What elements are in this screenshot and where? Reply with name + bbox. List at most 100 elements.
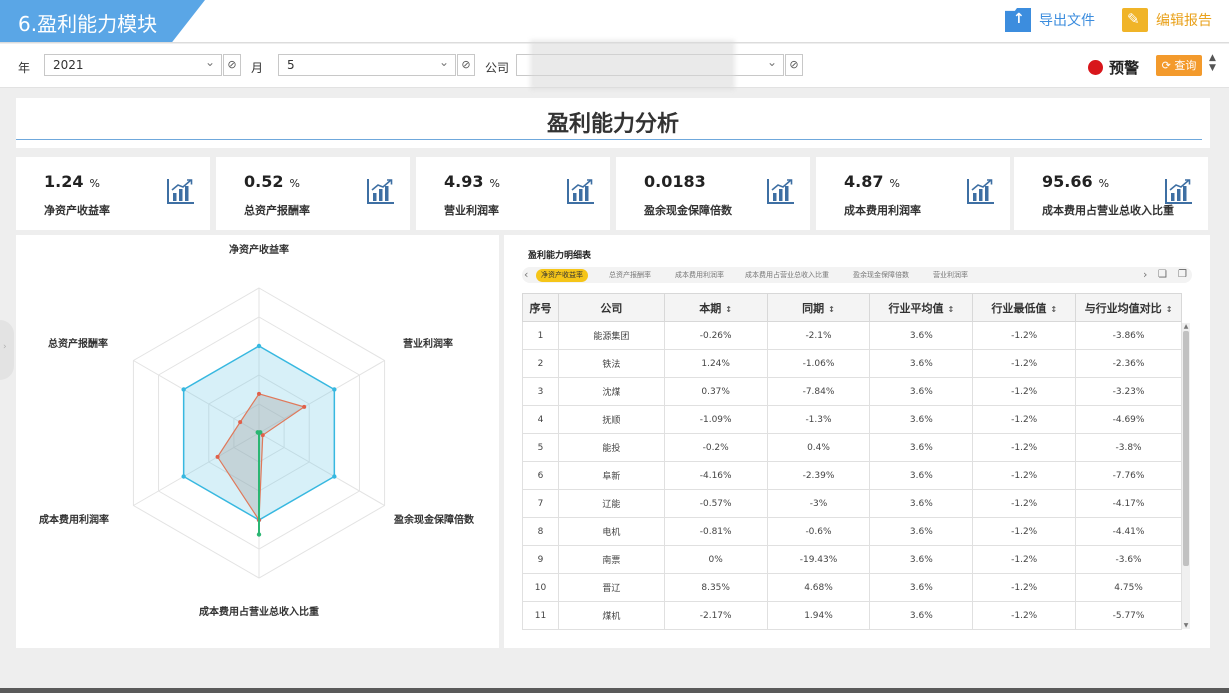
- table-row[interactable]: 3 沈煤 0.37% -7.84% 3.6% -1.2% -3.23%: [522, 377, 1182, 406]
- table-cell: 晋辽: [557, 573, 665, 602]
- edit-report-button[interactable]: 编辑报告: [1122, 8, 1212, 32]
- copy-icon[interactable]: ❏: [1158, 269, 1167, 280]
- kpi-label: 成本费用占营业总收入比重: [1042, 204, 1174, 217]
- table-row[interactable]: 11 煤机 -2.17% 1.94% 3.6% -1.2% -5.77%: [522, 601, 1182, 630]
- table-cell: 8: [522, 517, 559, 546]
- company-label: 公司: [485, 61, 510, 75]
- scroll-down-icon[interactable]: ▼: [1182, 622, 1190, 629]
- table-cell: 沈煤: [557, 377, 665, 406]
- table-row[interactable]: 5 能投 -0.2% 0.4% 3.6% -1.2% -3.8%: [522, 433, 1182, 462]
- chevron-right-icon[interactable]: ›: [1143, 268, 1147, 281]
- kpi-value: 0.0183: [644, 172, 706, 191]
- radar-point: [255, 430, 260, 435]
- metric-tab[interactable]: 净资产收益率: [536, 269, 588, 282]
- kpi-unit: %: [489, 177, 500, 190]
- detail-table-panel: 盈利能力明细表 ‹ 净资产收益率 总资产报酬率 成本费用利润率 成本费用占营业总收入比…: [504, 235, 1210, 648]
- table-cell: -3.86%: [1075, 321, 1182, 350]
- table-cell: -3.8%: [1075, 433, 1182, 462]
- column-header[interactable]: 与行业均值对比 ↕: [1075, 293, 1182, 322]
- warning-indicator[interactable]: 预警: [1088, 57, 1139, 78]
- kpi-value: 95.66%: [1042, 172, 1110, 191]
- radar-point: [256, 343, 262, 349]
- query-button[interactable]: ⟳ 查询: [1156, 55, 1202, 76]
- metric-tab[interactable]: 成本费用利润率: [670, 269, 729, 282]
- scroll-up-icon[interactable]: ▲: [1182, 323, 1190, 330]
- column-header[interactable]: 行业平均值 ↕: [869, 293, 974, 322]
- kpi-value: 1.24%: [44, 172, 100, 191]
- table-row[interactable]: 1 能源集团 -0.26% -2.1% 3.6% -1.2% -3.86%: [522, 321, 1182, 350]
- table-row[interactable]: 6 阜新 -4.16% -2.39% 3.6% -1.2% -7.76%: [522, 461, 1182, 490]
- sort-icon[interactable]: ↕: [1050, 305, 1057, 314]
- sort-icon[interactable]: ↕: [725, 305, 732, 314]
- table-scrollbar[interactable]: ▲ ▼: [1182, 323, 1190, 629]
- table-cell: -4.69%: [1075, 405, 1182, 434]
- table-cell: 3.6%: [869, 545, 974, 574]
- table-cell: -1.2%: [972, 321, 1077, 350]
- kpi-value: 0.52%: [244, 172, 300, 191]
- metric-tab[interactable]: 总资产报酬率: [604, 269, 656, 282]
- table-row[interactable]: 9 南票 0% -19.43% 3.6% -1.2% -3.6%: [522, 545, 1182, 574]
- sort-icon[interactable]: ↕: [1166, 305, 1173, 314]
- metric-tab[interactable]: 盈余现金保障倍数: [848, 269, 914, 282]
- metric-tab[interactable]: 成本费用占营业总收入比重: [740, 269, 834, 282]
- table-cell: -3.23%: [1075, 377, 1182, 406]
- column-header[interactable]: 本期 ↕: [663, 293, 768, 322]
- export-file-button[interactable]: 导出文件: [1005, 8, 1095, 32]
- table-row[interactable]: 4 抚顺 -1.09% -1.3% 3.6% -1.2% -4.69%: [522, 405, 1182, 434]
- radar-point: [181, 474, 186, 479]
- table-cell: 0%: [663, 545, 768, 574]
- folder-upload-icon: [1005, 8, 1031, 32]
- year-clear-icon[interactable]: ⊘: [223, 54, 241, 76]
- metric-tab[interactable]: 营业利润率: [928, 269, 973, 282]
- table-cell: -0.81%: [663, 517, 768, 546]
- chevron-down-icon: ⌄: [204, 55, 215, 69]
- column-header: 序号: [522, 293, 559, 322]
- table-cell: -1.2%: [972, 377, 1077, 406]
- month-select[interactable]: 5 ⌄: [278, 54, 456, 76]
- radar-point: [257, 391, 261, 396]
- year-select[interactable]: 2021 ⌄: [44, 54, 222, 76]
- month-clear-icon[interactable]: ⊘: [457, 54, 475, 76]
- bar-chart-icon: [767, 179, 794, 204]
- kpi-card: 0.52% 总资产报酬率: [216, 157, 410, 230]
- chevron-left-icon[interactable]: ‹: [524, 268, 528, 281]
- table-row[interactable]: 8 电机 -0.81% -0.6% 3.6% -1.2% -4.41%: [522, 517, 1182, 546]
- year-label: 年: [18, 61, 31, 75]
- company-clear-icon[interactable]: ⊘: [785, 54, 803, 76]
- radar-point: [332, 474, 337, 479]
- export-icon[interactable]: ❐: [1178, 269, 1187, 280]
- kpi-unit: %: [889, 177, 900, 190]
- kpi-label: 营业利润率: [444, 204, 499, 217]
- column-header: 公司: [557, 293, 665, 322]
- top-bar: 6.盈利能力模块 导出文件 编辑报告: [0, 0, 1229, 43]
- table-cell: -1.2%: [972, 489, 1077, 518]
- chevron-down-icon: ⌄: [438, 55, 449, 69]
- table-title: 盈利能力明细表: [528, 251, 592, 261]
- chevron-right-icon: ›: [3, 342, 7, 352]
- table-row[interactable]: 10 晋辽 8.35% 4.68% 3.6% -1.2% 4.75%: [522, 573, 1182, 602]
- table-cell: -19.43%: [766, 545, 871, 574]
- scrollbar-thumb[interactable]: [1183, 331, 1189, 566]
- sort-icon[interactable]: ↕: [828, 305, 835, 314]
- table-row[interactable]: 7 辽能 -0.57% -3% 3.6% -1.2% -4.17%: [522, 489, 1182, 518]
- side-handle[interactable]: ›: [0, 320, 14, 380]
- kpi-value: 4.93%: [444, 172, 500, 191]
- warning-label: 预警: [1109, 59, 1140, 77]
- table-cell: -1.3%: [766, 405, 871, 434]
- bar-chart-icon: [967, 179, 994, 204]
- chevron-down-icon: ⌄: [766, 55, 777, 69]
- table-cell: 煤机: [557, 601, 665, 630]
- sort-icon[interactable]: ↕: [948, 305, 955, 314]
- table-cell: 3.6%: [869, 349, 974, 378]
- table-cell: 0.4%: [766, 433, 871, 462]
- column-header[interactable]: 行业最低值 ↕: [972, 293, 1077, 322]
- kpi-label: 总资产报酬率: [244, 204, 310, 217]
- column-header[interactable]: 同期 ↕: [766, 293, 871, 322]
- kpi-label: 净资产收益率: [44, 204, 110, 217]
- table-cell: -4.17%: [1075, 489, 1182, 518]
- expand-toggle-icon[interactable]: ▲ ▼: [1209, 53, 1216, 73]
- table-cell: -2.17%: [663, 601, 768, 630]
- table-row[interactable]: 2 铁法 1.24% -1.06% 3.6% -1.2% -2.36%: [522, 349, 1182, 378]
- table-cell: 能投: [557, 433, 665, 462]
- table-cell: 3.6%: [869, 433, 974, 462]
